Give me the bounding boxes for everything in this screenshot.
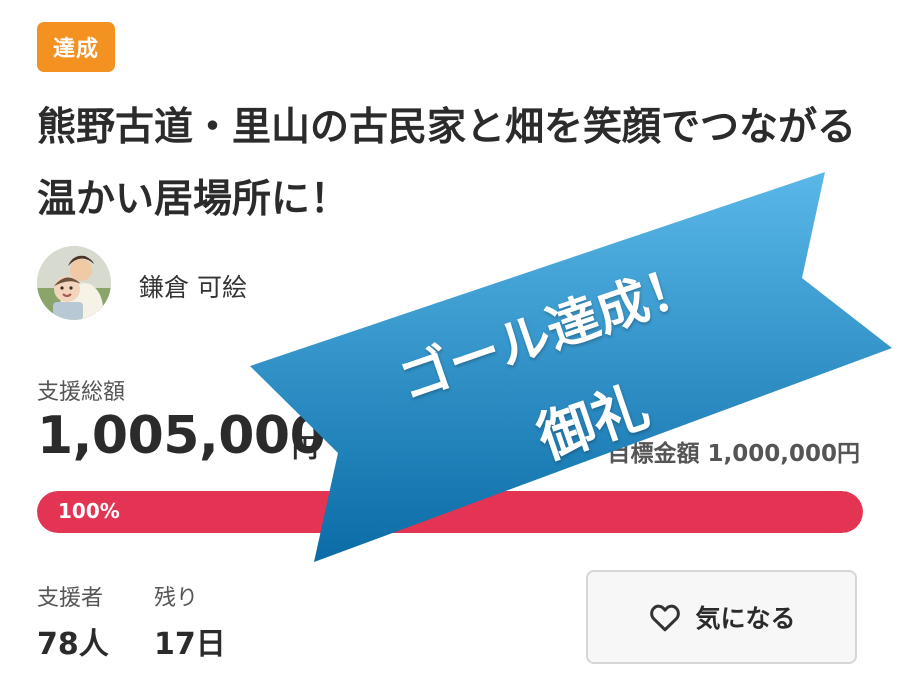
- progress-percent: 100%: [58, 499, 120, 523]
- remaining-label: 残り: [154, 586, 199, 611]
- status-badge: 達成: [37, 22, 115, 72]
- heart-outline-icon: [650, 604, 681, 632]
- total-amount-label: 支援総額: [37, 380, 126, 405]
- total-amount-unit: 円: [292, 434, 319, 464]
- progress-fill: [37, 491, 863, 533]
- project-title: 熊野古道・里山の古民家と畑を笑顔でつながる温かい居場所に！: [37, 105, 857, 222]
- favorite-label: 気になる: [695, 605, 796, 633]
- avatar-photo-icon: [37, 246, 111, 320]
- supporters-label: 支援者: [37, 586, 104, 611]
- owner-name[interactable]: 鎌倉 可絵: [139, 268, 247, 304]
- total-amount: 1,005,000: [37, 406, 326, 466]
- remaining-days: 17日: [154, 627, 226, 662]
- goal-amount: 1,000,000円: [707, 441, 861, 467]
- supporters-count: 78人: [37, 627, 109, 662]
- progress-bar: [37, 491, 863, 533]
- favorite-button[interactable]: 気になる: [586, 570, 857, 664]
- owner-avatar[interactable]: [37, 246, 111, 320]
